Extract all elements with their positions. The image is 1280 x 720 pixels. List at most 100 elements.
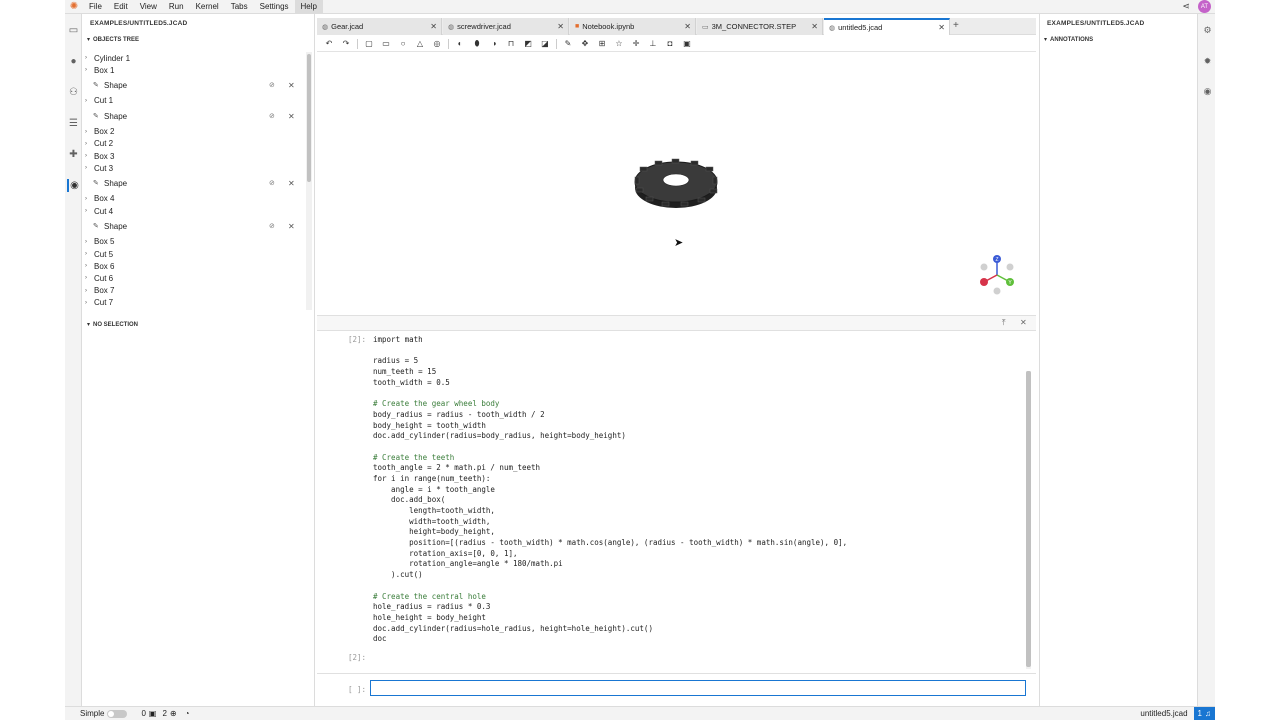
menu-run[interactable]: Run xyxy=(163,0,190,14)
collaborators-icon[interactable]: ⚇ xyxy=(67,86,80,99)
file-browser-icon[interactable]: ▭ xyxy=(67,24,80,37)
scrollbar-thumb[interactable] xyxy=(307,54,311,182)
gear-model[interactable] xyxy=(634,158,718,208)
tree-item-shape[interactable]: ✎ Shape ⊘ ✕ xyxy=(83,79,307,91)
chevron-right-icon[interactable]: › xyxy=(85,263,87,269)
tree-item[interactable]: › Cut 2 xyxy=(83,138,307,150)
tree-item[interactable]: › Cylinder 1 xyxy=(83,52,307,64)
box-icon[interactable]: ▭ xyxy=(380,38,392,50)
code-cell[interactable]: import math radius = 5 num_teeth = 15 tooth… xyxy=(373,335,1023,645)
chevron-right-icon[interactable]: › xyxy=(85,141,87,147)
tree-item-shape[interactable]: ✎ Shape ⊘ ✕ xyxy=(83,220,307,232)
annotations-header[interactable]: ▾ ANNOTATIONS xyxy=(1044,36,1093,44)
chevron-right-icon[interactable]: › xyxy=(85,251,87,257)
pencil-icon[interactable]: ✎ xyxy=(562,38,574,50)
chevron-right-icon[interactable]: › xyxy=(85,196,87,202)
tab-screwdriver[interactable]: ◍ screwdriver.jcad ✕ xyxy=(443,18,569,35)
simple-mode-toggle[interactable]: Simple xyxy=(80,709,128,718)
terminal-icon[interactable]: ▣ xyxy=(681,38,693,50)
tree-item[interactable]: › Cut 5 xyxy=(83,248,307,260)
axes-icon[interactable]: ⊥ xyxy=(647,38,659,50)
menu-settings[interactable]: Settings xyxy=(254,0,295,14)
tab-notebook[interactable]: ■ Notebook.ipynb ✕ xyxy=(570,18,696,35)
user-avatar[interactable]: AT xyxy=(1198,0,1211,13)
delete-icon[interactable]: ✕ xyxy=(288,222,295,231)
viewport-canvas[interactable]: Z Y xyxy=(317,53,1036,315)
terminals-count[interactable]: 0 ▣ xyxy=(141,709,156,718)
debugger-icon[interactable]: ✹ xyxy=(1201,56,1214,69)
tree-item[interactable]: › Cut 1 xyxy=(83,95,307,107)
sync-status[interactable]: ◔ xyxy=(185,709,190,718)
explode-icon[interactable]: ✥ xyxy=(579,38,591,50)
toggle-switch[interactable] xyxy=(107,709,128,718)
close-console-icon[interactable]: ✕ xyxy=(1020,318,1027,327)
tree-item[interactable]: › Box 5 xyxy=(83,236,307,248)
tree-item[interactable]: › Cut 4 xyxy=(83,205,307,217)
chevron-right-icon[interactable]: › xyxy=(85,275,87,281)
fillet-icon[interactable]: ◪ xyxy=(539,38,551,50)
cut-icon[interactable]: ◐ xyxy=(454,38,466,50)
tree-item[interactable]: › Box 6 xyxy=(83,260,307,272)
menu-view[interactable]: View xyxy=(134,0,163,14)
objects-tree-scrollbar[interactable] xyxy=(306,52,312,310)
chevron-right-icon[interactable]: › xyxy=(85,153,87,159)
camera-icon[interactable]: ◘ xyxy=(664,38,676,50)
chevron-right-icon[interactable]: › xyxy=(85,239,87,245)
chevron-right-icon[interactable]: › xyxy=(85,55,87,61)
tree-item[interactable]: › Box 1 xyxy=(83,64,307,76)
delete-icon[interactable]: ✕ xyxy=(288,179,295,188)
tree-item[interactable]: › Cut 6 xyxy=(83,272,307,284)
axes-gizmo[interactable]: Z Y xyxy=(980,255,1014,295)
chevron-right-icon[interactable]: › xyxy=(85,129,87,135)
tab-step-file[interactable]: ▭ 3M_CONNECTOR.STEP ✕ xyxy=(697,18,823,35)
chevron-right-icon[interactable]: › xyxy=(85,67,87,73)
collapse-console-icon[interactable]: ⤒ xyxy=(1002,318,1006,328)
star-icon[interactable]: ☆ xyxy=(613,38,625,50)
cone-icon[interactable]: △ xyxy=(414,38,426,50)
redo-icon[interactable]: ↷ xyxy=(340,38,352,50)
close-icon[interactable]: ✕ xyxy=(557,22,564,31)
close-icon[interactable]: ✕ xyxy=(938,23,945,32)
objects-tree-header[interactable]: ▾ OBJECTS TREE xyxy=(87,36,139,44)
chevron-right-icon[interactable]: › xyxy=(85,288,87,294)
chamfer-icon[interactable]: ◩ xyxy=(522,38,534,50)
close-icon[interactable]: ✕ xyxy=(430,22,437,31)
chevron-right-icon[interactable]: › xyxy=(85,165,87,171)
tree-item-shape[interactable]: ✎ Shape ⊘ ✕ xyxy=(83,110,307,122)
tree-item[interactable]: › Box 3 xyxy=(83,150,307,162)
extensions-icon[interactable]: ✚ xyxy=(67,148,80,161)
menu-kernel[interactable]: Kernel xyxy=(190,0,225,14)
property-inspector-icon[interactable]: ⚙ xyxy=(1201,25,1214,38)
union-icon[interactable]: ◑ xyxy=(488,38,500,50)
console-scrollbar[interactable] xyxy=(1026,371,1031,669)
sketch-icon[interactable]: ▢ xyxy=(363,38,375,50)
tree-item-shape[interactable]: ✎ Shape ⊘ ✕ xyxy=(83,177,307,189)
move-icon[interactable]: ✛ xyxy=(630,38,642,50)
annotations-icon[interactable]: ◉ xyxy=(1201,86,1214,99)
scrollbar-thumb[interactable] xyxy=(1026,371,1031,667)
no-selection-header[interactable]: ▾ NO SELECTION xyxy=(87,321,138,329)
menu-help[interactable]: Help xyxy=(294,0,323,14)
tree-item[interactable]: › Box 2 xyxy=(83,126,307,138)
hide-icon[interactable]: ⊘ xyxy=(269,179,275,187)
delete-icon[interactable]: ✕ xyxy=(288,81,295,90)
tree-item[interactable]: › Box 7 xyxy=(83,285,307,297)
extrude-icon[interactable]: ⬮ xyxy=(471,38,483,50)
share-icon[interactable]: ⋖ xyxy=(1182,1,1190,12)
hide-icon[interactable]: ⊘ xyxy=(269,112,275,120)
tree-item[interactable]: › Cut 7 xyxy=(83,297,307,309)
notifications-button[interactable]: 1 ♫ xyxy=(1193,706,1215,720)
chevron-right-icon[interactable]: › xyxy=(85,98,87,104)
menu-tabs[interactable]: Tabs xyxy=(225,0,254,14)
hide-icon[interactable]: ⊘ xyxy=(269,222,275,230)
close-icon[interactable]: ✕ xyxy=(684,22,691,31)
delete-icon[interactable]: ✕ xyxy=(288,112,295,121)
tree-item[interactable]: › Box 4 xyxy=(83,193,307,205)
close-icon[interactable]: ✕ xyxy=(811,22,818,31)
undo-icon[interactable]: ↶ xyxy=(323,38,335,50)
table-of-contents-icon[interactable]: ☰ xyxy=(67,117,80,130)
menu-file[interactable]: File xyxy=(83,0,108,14)
add-tab-icon[interactable]: + xyxy=(953,20,959,31)
hide-icon[interactable]: ⊘ xyxy=(269,81,275,89)
intersection-icon[interactable]: ⊓ xyxy=(505,38,517,50)
